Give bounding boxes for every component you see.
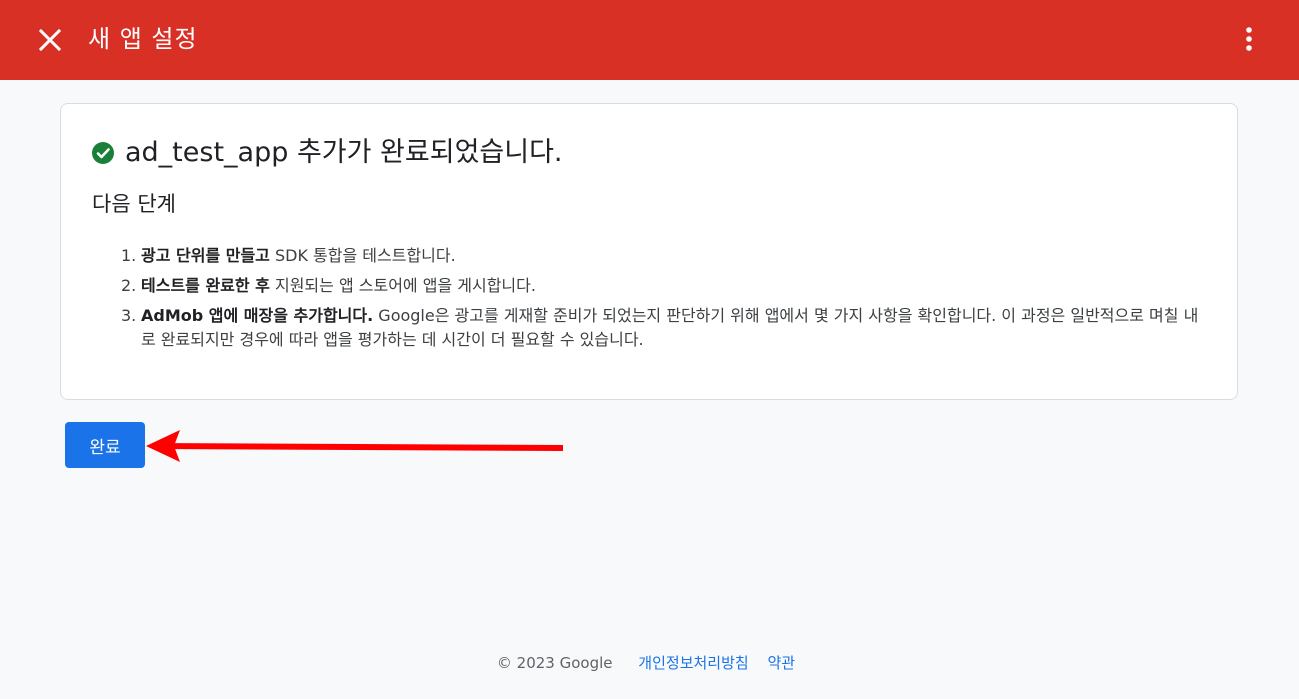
- page-title: 새 앱 설정: [88, 25, 198, 53]
- step-number: 3.: [121, 306, 137, 325]
- more-vert-icon: [1246, 27, 1252, 51]
- completion-card: ad_test_app 추가가 완료되었습니다. 다음 단계 1. 광고 단위를 …: [60, 103, 1238, 400]
- step-bold-text: 테스트를 완료한 후: [141, 276, 270, 295]
- step-item: 1. 광고 단위를 만들고 SDK 통합을 테스트합니다.: [121, 244, 1201, 268]
- terms-link[interactable]: 약관: [767, 654, 795, 672]
- next-steps-list: 1. 광고 단위를 만들고 SDK 통합을 테스트합니다. 2. 테스트를 완료한 …: [121, 244, 1201, 358]
- close-button[interactable]: [36, 26, 64, 54]
- step-item: 2. 테스트를 완료한 후 지원되는 앱 스토어에 앱을 게시합니다.: [121, 274, 1201, 298]
- step-bold-text: 광고 단위를 만들고: [141, 246, 270, 265]
- footer: © 2023 Google 개인정보처리방침 약관: [0, 651, 1299, 675]
- app-header: 새 앱 설정: [0, 0, 1299, 80]
- red-arrow-annotation: [146, 430, 563, 462]
- more-options-button[interactable]: [1234, 24, 1264, 54]
- step-number: 1.: [121, 246, 137, 265]
- success-message: ad_test_app 추가가 완료되었습니다.: [92, 137, 563, 169]
- privacy-policy-link[interactable]: 개인정보처리방침: [638, 654, 748, 672]
- close-icon: [38, 28, 62, 52]
- copyright-text: © 2023 Google: [496, 654, 613, 672]
- step-number: 2.: [121, 276, 137, 295]
- check-circle-icon: [92, 142, 114, 164]
- step-text: SDK 통합을 테스트합니다.: [269, 246, 456, 265]
- success-title: ad_test_app 추가가 완료되었습니다.: [125, 137, 563, 168]
- next-steps-heading: 다음 단계: [92, 192, 176, 216]
- step-text: 지원되는 앱 스토어에 앱을 게시합니다.: [269, 276, 536, 295]
- step-bold-text: AdMob 앱에 매장을 추가합니다.: [141, 306, 374, 325]
- step-item: 3. AdMob 앱에 매장을 추가합니다. Google은 광고를 게재할 준비…: [121, 304, 1201, 352]
